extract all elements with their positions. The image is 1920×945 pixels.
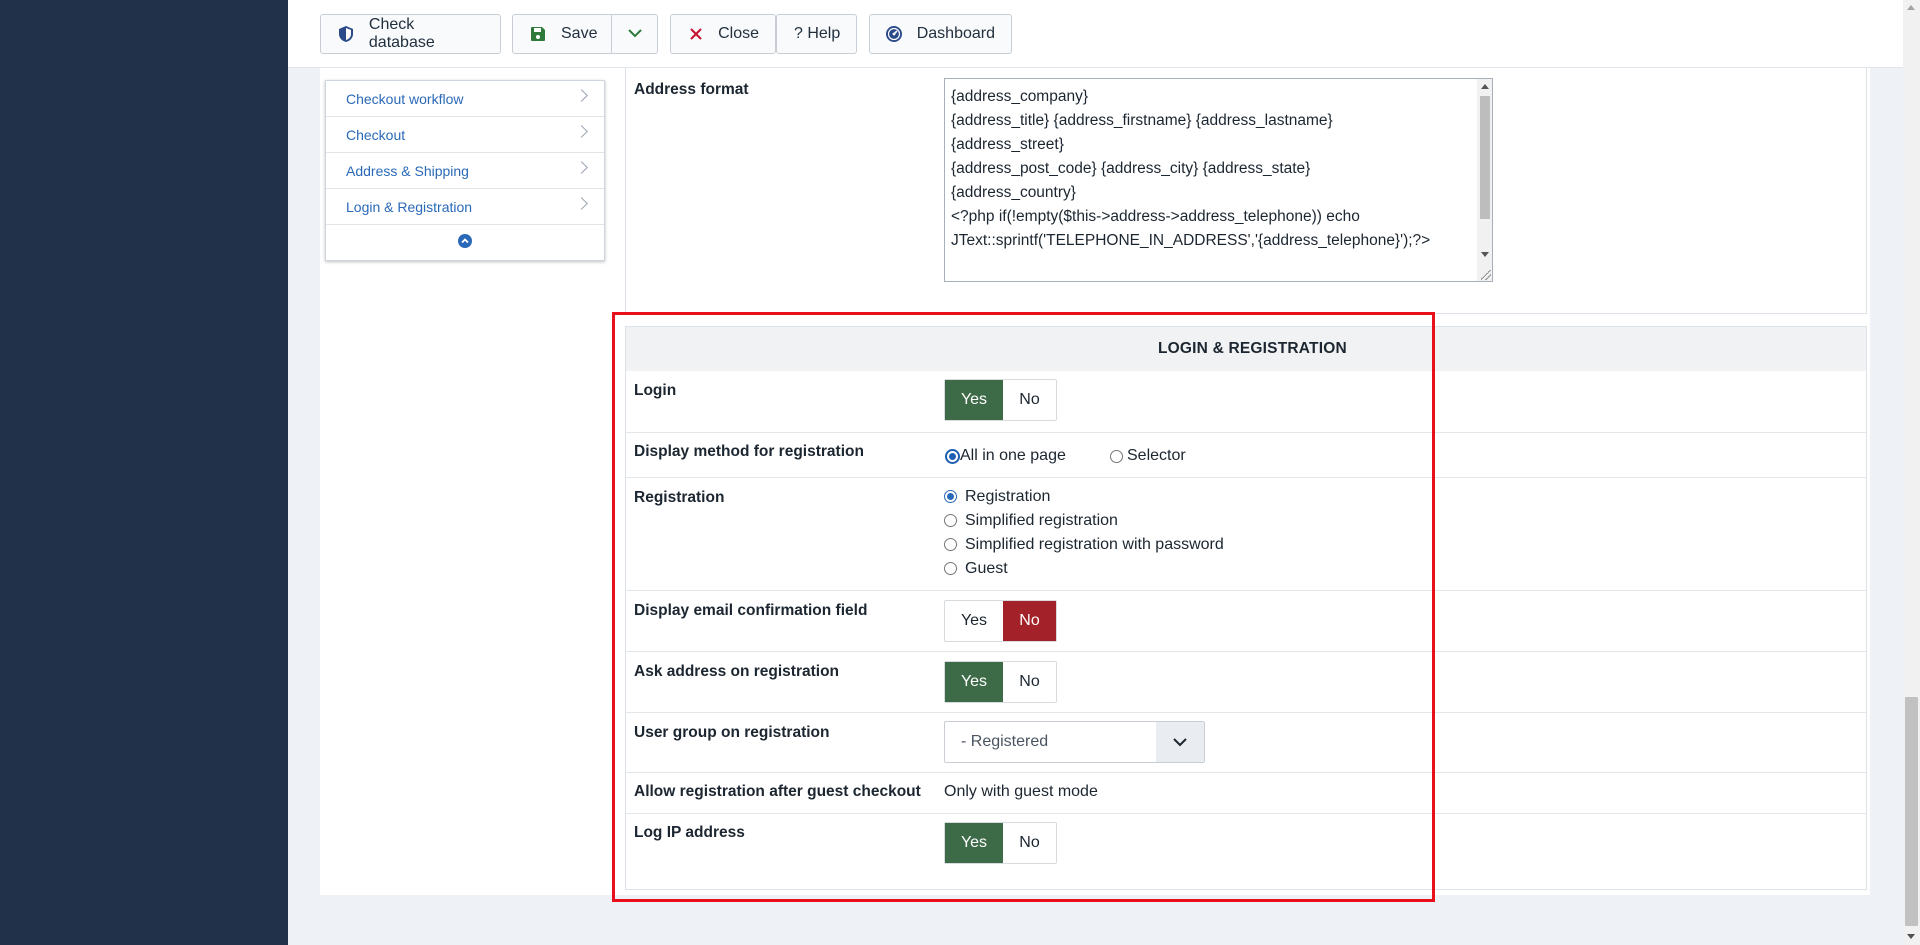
side-menu-item-checkout[interactable]: Checkout bbox=[326, 117, 604, 153]
close-label: Close bbox=[718, 25, 759, 42]
chevron-right-icon bbox=[575, 197, 588, 210]
highlight-box bbox=[612, 312, 1435, 902]
save-dropdown-toggle[interactable] bbox=[611, 15, 657, 53]
side-menu-item-label: Checkout workflow bbox=[346, 90, 464, 107]
scroll-down-arrow-icon[interactable] bbox=[1907, 934, 1915, 939]
side-menu-item-address-shipping[interactable]: Address & Shipping bbox=[326, 153, 604, 189]
dashboard-button[interactable]: Dashboard bbox=[869, 14, 1012, 54]
help-button[interactable]: ? Help bbox=[776, 14, 857, 54]
chevron-right-icon bbox=[575, 89, 588, 102]
config-side-menu: Checkout workflow Checkout Address & Shi… bbox=[325, 80, 605, 261]
scroll-down-arrow-icon bbox=[1481, 252, 1489, 257]
close-button[interactable]: Close bbox=[670, 14, 776, 54]
check-database-button[interactable]: Check database bbox=[320, 14, 501, 54]
scroll-up-arrow-icon[interactable] bbox=[1907, 5, 1915, 10]
save-button[interactable]: Save bbox=[513, 15, 611, 53]
side-menu-item-label: Address & Shipping bbox=[346, 162, 469, 179]
toolbar: Check database Save Close ? Help Dashboa… bbox=[288, 0, 1903, 68]
dashboard-label: Dashboard bbox=[916, 25, 995, 42]
chevron-right-icon bbox=[575, 161, 588, 174]
address-format-text: {address_company} {address_title} {addre… bbox=[951, 88, 1431, 249]
main-content: Check database Save Close ? Help Dashboa… bbox=[288, 0, 1903, 945]
help-label: ? Help bbox=[794, 25, 841, 42]
floppy-disk-icon bbox=[529, 25, 547, 43]
side-menu-collapse-button[interactable] bbox=[326, 225, 604, 261]
address-format-label: Address format bbox=[634, 81, 749, 98]
textarea-scroll-thumb[interactable] bbox=[1480, 96, 1490, 219]
shield-icon bbox=[337, 25, 355, 43]
dashboard-gauge-icon bbox=[886, 25, 903, 43]
chevron-down-icon bbox=[628, 25, 642, 43]
address-format-textarea[interactable]: {address_company} {address_title} {addre… bbox=[944, 78, 1493, 282]
chevron-right-icon bbox=[575, 125, 588, 138]
textarea-scrollbar[interactable] bbox=[1477, 79, 1492, 281]
save-label: Save bbox=[561, 25, 598, 42]
side-menu-item-label: Checkout bbox=[346, 126, 406, 143]
side-menu-item-label: Login & Registration bbox=[346, 198, 473, 215]
page-scroll-thumb[interactable] bbox=[1905, 697, 1918, 926]
check-database-label: Check database bbox=[368, 16, 435, 51]
chevron-up-circle-icon bbox=[458, 233, 472, 253]
side-menu-item-login-registration[interactable]: Login & Registration bbox=[326, 189, 604, 225]
side-menu-item-checkout-workflow[interactable]: Checkout workflow bbox=[326, 81, 604, 117]
resize-handle-icon[interactable] bbox=[1481, 270, 1491, 280]
page-scrollbar[interactable] bbox=[1903, 0, 1920, 945]
close-icon bbox=[687, 25, 704, 43]
left-sidebar bbox=[0, 0, 288, 945]
scroll-up-arrow-icon bbox=[1481, 84, 1489, 89]
save-button-group: Save bbox=[512, 14, 658, 54]
